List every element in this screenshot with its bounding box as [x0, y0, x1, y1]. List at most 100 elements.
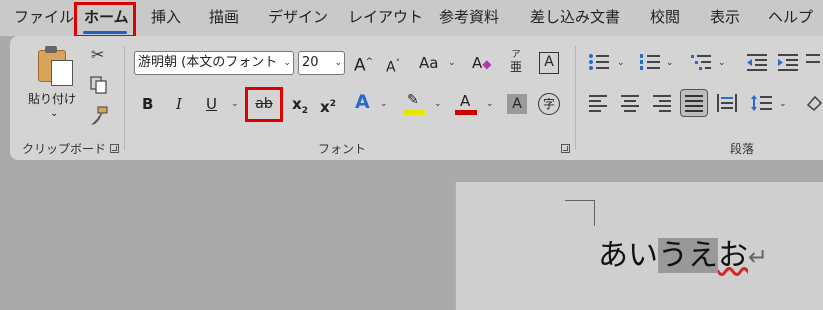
numbering-icon[interactable] — [639, 52, 661, 72]
chevron-down-icon[interactable]: ⌄ — [231, 99, 239, 109]
font-color-swatch — [455, 110, 477, 115]
subscript-label: x — [292, 95, 302, 113]
bold-label: B — [142, 95, 154, 113]
caret-up-icon: ^ — [365, 57, 374, 67]
paragraph-mark-icon: ↵ — [748, 243, 769, 271]
chevron-down-icon[interactable]: ⌄ — [779, 99, 787, 109]
font-color-button[interactable]: A — [455, 91, 477, 117]
caret-down-icon: ˅ — [395, 59, 401, 69]
character-border-button[interactable]: A — [539, 52, 559, 74]
group-separator — [575, 46, 576, 150]
subscript-digit: 2 — [301, 106, 308, 116]
align-center-icon[interactable] — [621, 94, 641, 112]
grow-font-label: A — [354, 55, 366, 76]
shrink-font-label: A — [386, 59, 396, 76]
phonetic-top-label: ア — [511, 50, 521, 60]
enclose-characters-button[interactable]: 字 — [538, 93, 560, 115]
copy-button[interactable] — [90, 76, 108, 94]
tab-insert[interactable]: 挿入 — [151, 6, 181, 27]
chevron-down-icon[interactable]: ⌄ — [380, 99, 388, 109]
paragraph-shading-icon[interactable] — [804, 93, 823, 113]
highlighter-icon: ✎ — [407, 92, 419, 108]
bullets-icon[interactable] — [588, 52, 610, 72]
multilevel-list-icon[interactable] — [690, 52, 712, 72]
decrease-indent-icon[interactable] — [746, 52, 768, 72]
line-spacing-icon[interactable] — [751, 93, 773, 113]
character-shading-label: A — [512, 96, 522, 112]
tab-mailings[interactable]: 差し込み文書 — [530, 6, 620, 27]
clipboard-group-label: クリップボード — [22, 142, 107, 156]
clear-formatting-button[interactable]: A◆ — [472, 53, 492, 74]
font-color-label: A — [460, 92, 471, 110]
italic-label: I — [176, 95, 182, 113]
highlight-color-button[interactable]: ✎ — [403, 92, 425, 116]
highlight-color-swatch — [403, 110, 425, 115]
font-group-label: フォント — [318, 142, 367, 156]
document-text[interactable]: あいうえお↵ — [598, 238, 768, 275]
text-after-selection: お — [718, 238, 748, 273]
paper-icon — [51, 60, 73, 86]
text-effects-label: A — [355, 91, 370, 113]
sort-icon[interactable] — [805, 52, 823, 72]
font-name-value: 游明朝 (本文のフォント — [138, 55, 278, 70]
superscript-digit: 2 — [329, 99, 336, 109]
chevron-down-icon[interactable]: ⌄ — [718, 58, 726, 68]
align-left-icon[interactable] — [589, 94, 609, 112]
paragraph-group-label: 段落 — [730, 142, 755, 156]
chevron-down-icon: ⌄ — [50, 108, 59, 119]
clear-formatting-icon: A◆ — [472, 54, 492, 72]
character-shading-button[interactable]: A — [507, 94, 527, 114]
enclose-characters-label: 字 — [542, 97, 555, 111]
selected-text[interactable]: うえ — [658, 238, 718, 273]
font-launcher-icon[interactable] — [561, 144, 570, 153]
scissors-icon[interactable]: ✂ — [91, 47, 104, 63]
tab-design[interactable]: デザイン — [268, 6, 328, 27]
paste-label: 貼り付け — [28, 92, 77, 106]
tab-file[interactable]: ファイル — [14, 6, 74, 27]
chevron-down-icon[interactable]: ⌄ — [666, 58, 674, 68]
superscript-button[interactable]: x2 — [320, 94, 336, 117]
justify-button[interactable] — [680, 89, 708, 117]
font-name-combo[interactable]: 游明朝 (本文のフォント ⌄ — [134, 51, 294, 75]
tab-help[interactable]: ヘルプ — [768, 6, 813, 27]
text-effects-button[interactable]: A — [355, 92, 370, 112]
strikethrough-highlight-box — [245, 87, 283, 122]
chevron-down-icon[interactable]: ⌄ — [448, 58, 456, 68]
font-size-combo[interactable]: 20 ⌄ — [298, 51, 345, 75]
grow-font-button[interactable]: A^ — [354, 52, 373, 76]
change-case-label: Aa — [419, 54, 439, 72]
phonetic-guide-button[interactable]: ア 亜 — [510, 50, 522, 74]
increase-indent-icon[interactable] — [777, 52, 799, 72]
italic-button[interactable]: I — [176, 94, 182, 114]
font-size-value: 20 — [302, 55, 319, 70]
copy-icon — [90, 76, 107, 94]
chevron-down-icon[interactable]: ⌄ — [434, 99, 442, 109]
shrink-font-button[interactable]: A˅ — [386, 54, 400, 78]
chevron-down-icon: ⌄ — [334, 58, 342, 68]
subscript-button[interactable]: x2 — [292, 94, 308, 121]
tab-layout[interactable]: レイアウト — [348, 6, 423, 27]
distributed-icon[interactable] — [716, 93, 738, 113]
tab-view[interactable]: 表示 — [710, 6, 740, 27]
format-painter-button[interactable] — [89, 106, 109, 126]
text-before-selection: あい — [598, 238, 658, 273]
tab-home-highlight-box — [74, 2, 136, 38]
tab-references[interactable]: 参考資料 — [439, 6, 499, 27]
bold-button[interactable]: B — [142, 94, 153, 114]
tab-review[interactable]: 校閲 — [650, 6, 680, 27]
clipboard-launcher-icon[interactable] — [110, 144, 119, 153]
chevron-down-icon[interactable]: ⌄ — [486, 99, 494, 109]
underline-button[interactable]: U — [206, 94, 217, 114]
change-case-button[interactable]: Aa — [419, 53, 438, 73]
align-right-icon[interactable] — [653, 94, 673, 112]
margin-corner-mark — [565, 200, 595, 201]
superscript-label: x — [320, 98, 330, 116]
clipboard-clip-icon — [45, 46, 57, 53]
margin-corner-mark-vertical — [594, 200, 595, 226]
chevron-down-icon: ⌄ — [283, 58, 291, 68]
group-separator — [124, 46, 125, 150]
phonetic-bottom-label: 亜 — [510, 60, 523, 74]
justify-icon — [685, 95, 703, 112]
chevron-down-icon[interactable]: ⌄ — [617, 58, 625, 68]
tab-draw[interactable]: 描画 — [209, 6, 239, 27]
